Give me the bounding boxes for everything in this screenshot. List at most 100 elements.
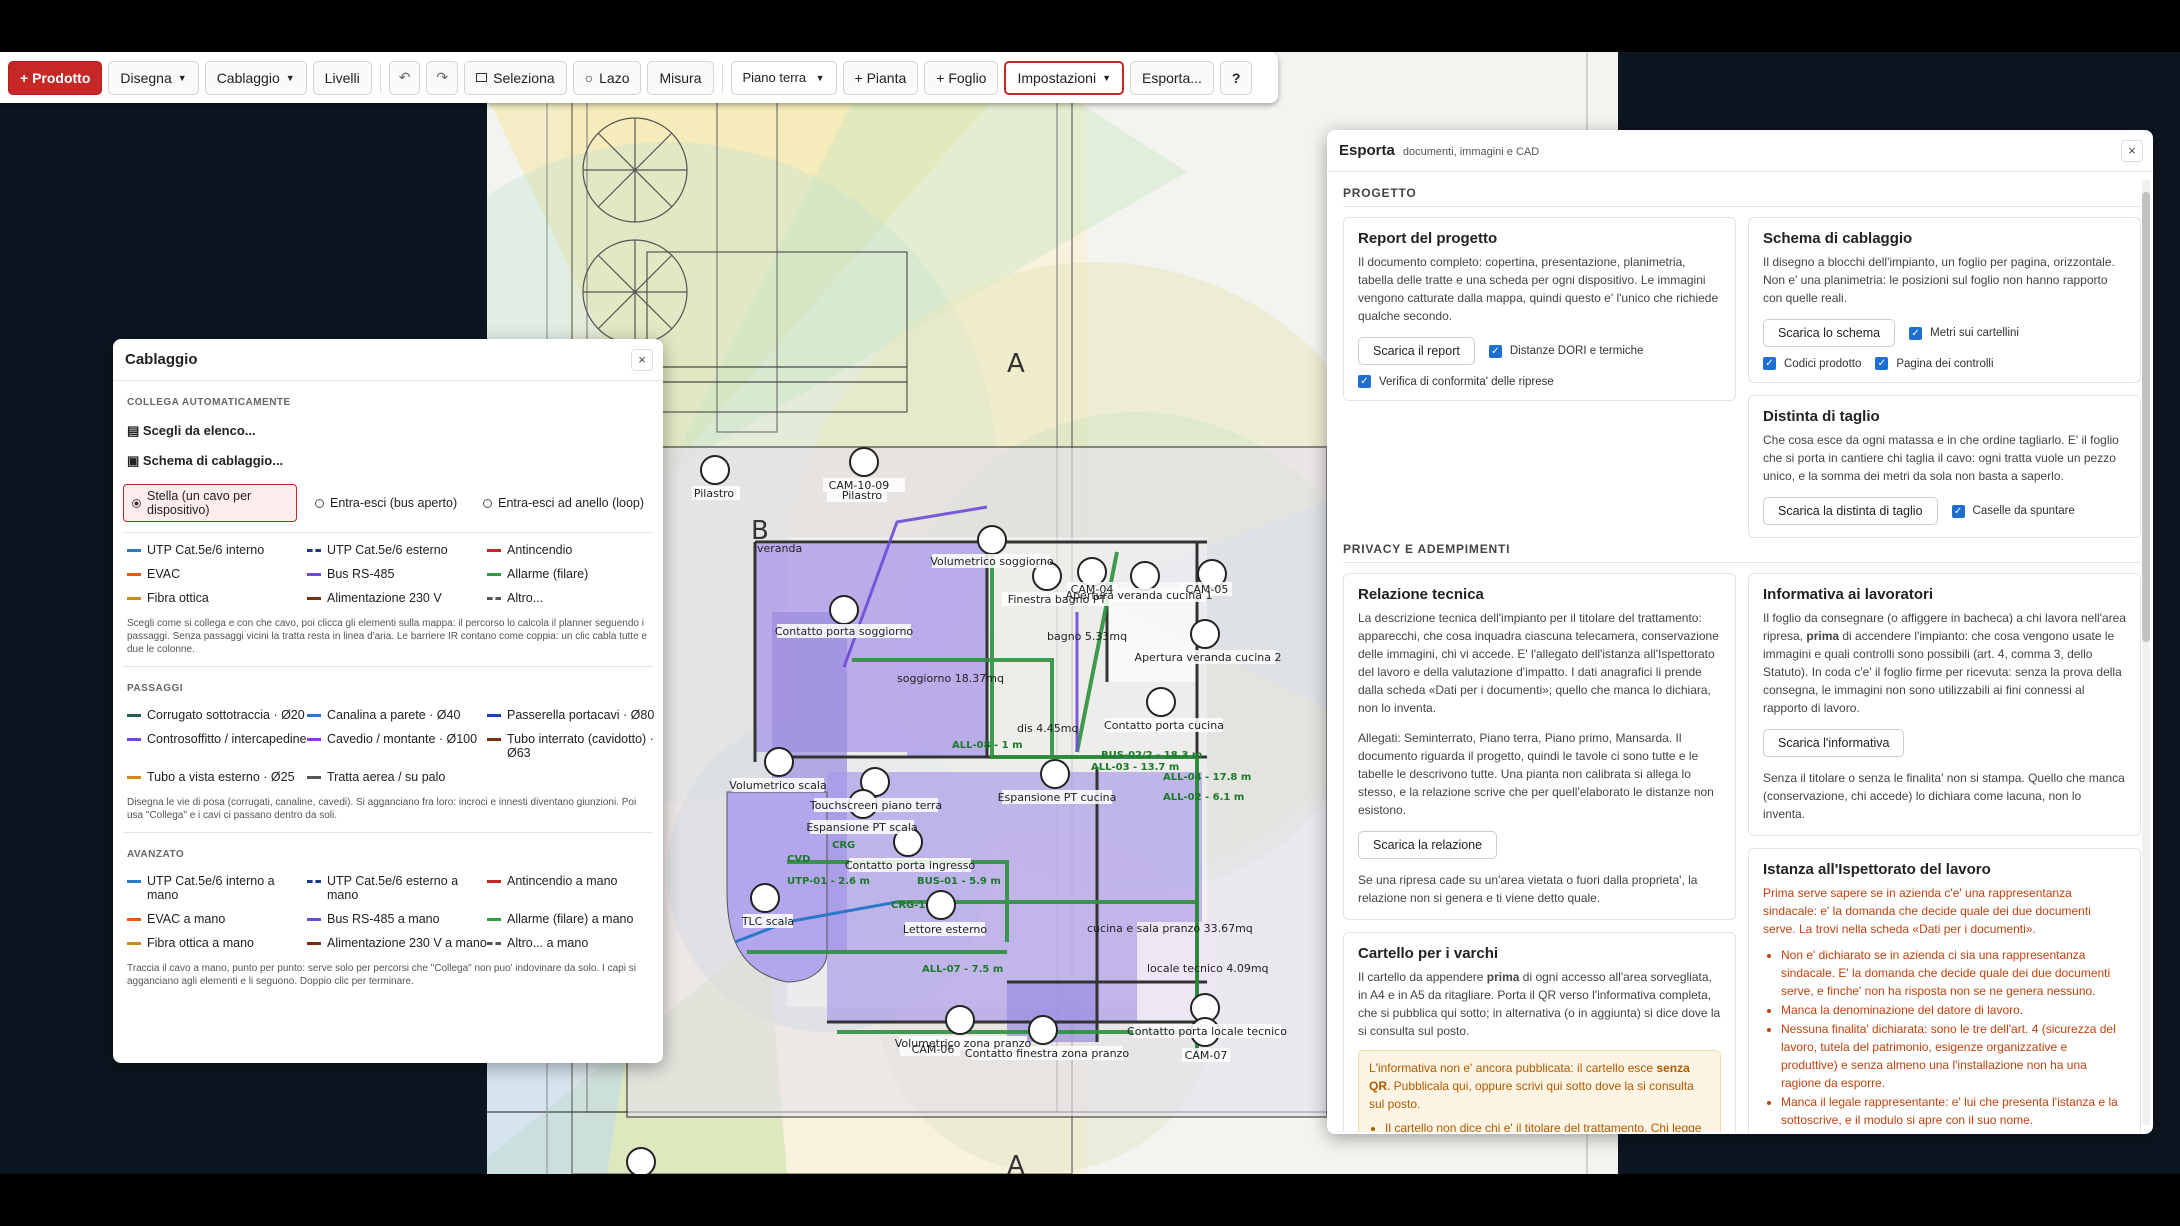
cable-type-item[interactable]: Allarme (filare) a mano <box>487 912 657 926</box>
choose-from-list-button[interactable]: ▤ Scegli da elenco... <box>123 416 653 446</box>
cable-swatch-icon <box>127 918 141 921</box>
cable-type-item[interactable]: Cavedio / montante · Ø100 <box>307 732 487 760</box>
cable-type-item[interactable]: Antincendio <box>487 543 657 557</box>
toolbar-divider <box>379 62 381 93</box>
cable-type-item[interactable]: Allarme (filare) <box>487 567 657 581</box>
download-informativa-button[interactable]: Scarica l'informativa <box>1763 729 1905 757</box>
dori-checkbox[interactable]: ✓ Distanze DORI e termiche <box>1488 344 1643 358</box>
contatto-cucina-marker[interactable] <box>1146 687 1176 717</box>
cable-type-item[interactable]: Passerella portacavi · Ø80 <box>487 708 657 722</box>
cable-type-label: EVAC a mano <box>147 912 226 926</box>
volumetrico-scala-label: Volumetrico scala <box>729 779 826 792</box>
cable-type-item[interactable]: Alimentazione 230 V a mano <box>307 936 487 950</box>
room-a-label: A <box>1007 349 1025 379</box>
espansione-cucina-marker[interactable] <box>1040 759 1070 789</box>
volumetrico-soggiorno-marker[interactable] <box>977 525 1007 555</box>
radio-bus[interactable]: Entra-esci (bus aperto) <box>307 492 465 514</box>
apertura-veranda2-marker[interactable] <box>1190 619 1220 649</box>
cam09-marker[interactable] <box>849 447 879 477</box>
close-button[interactable]: × <box>2121 139 2143 162</box>
radio-star[interactable]: Stella (un cavo per dispositivo) <box>123 484 297 522</box>
schema-title: Schema di cablaggio <box>1763 230 1913 247</box>
cable-type-item[interactable]: EVAC <box>127 567 307 581</box>
tlc-marker[interactable] <box>750 883 780 913</box>
cable-type-item[interactable]: UTP Cat.5e/6 esterno a mano <box>307 874 487 902</box>
download-schema-button[interactable]: Scarica lo schema <box>1763 319 1896 347</box>
cable-type-item[interactable]: Altro... <box>487 591 657 605</box>
cable-type-item[interactable]: Tubo a vista esterno · Ø25 <box>127 770 307 784</box>
pilastro-marker-1[interactable] <box>700 455 730 485</box>
informativa-text: Il foglio da consegnare (o affiggere in … <box>1763 611 2126 715</box>
cable-type-item[interactable]: Bus RS-485 <box>307 567 487 581</box>
draw-menu-button[interactable]: Disegna ▼ <box>108 60 199 95</box>
project-section-title: PROGETTO <box>1343 186 2141 207</box>
export-button[interactable]: Esporta... <box>1129 60 1214 95</box>
espansione-scala-label: Espansione PT scala <box>806 821 917 834</box>
cable-label-crg: CRG <box>832 840 855 851</box>
cable-type-item[interactable]: Antincendio a mano <box>487 874 657 902</box>
settings-menu-button[interactable]: Impostazioni ▼ <box>1004 60 1124 95</box>
help-button[interactable]: ? <box>1219 60 1253 95</box>
cable-type-item[interactable]: UTP Cat.5e/6 esterno <box>307 543 487 557</box>
schema-text: Il disegno a blocchi dell'impianto, un f… <box>1763 255 2115 305</box>
cable-type-item[interactable]: Tubo interrato (cavidotto) · Ø63 <box>487 732 657 760</box>
measure-tool-button[interactable]: Misura <box>647 60 714 95</box>
cable-type-item[interactable]: Canalina a parete · Ø40 <box>307 708 487 722</box>
cable-type-item[interactable]: Controsoffitto / intercapedine <box>127 732 307 760</box>
conformity-checkbox[interactable]: ✓ Verifica di conformita' delle riprese <box>1358 375 1554 388</box>
cable-type-label: Bus RS-485 <box>327 567 395 581</box>
divider <box>123 666 653 667</box>
download-report-button[interactable]: Scarica il report <box>1358 337 1475 365</box>
undo-button[interactable]: ↶ <box>388 60 421 95</box>
cable-type-item[interactable]: UTP Cat.5e/6 interno <box>127 543 307 557</box>
cable-type-label: UTP Cat.5e/6 esterno <box>327 543 448 557</box>
controls-page-checkbox[interactable]: ✓ Pagina dei controlli <box>1875 357 1994 370</box>
device-marker-bottom[interactable] <box>626 1147 656 1174</box>
cable-swatch-icon <box>127 714 141 717</box>
cable-type-item[interactable]: Alimentazione 230 V <box>307 591 487 605</box>
contatto-finestra-pranzo-marker[interactable] <box>1028 1015 1058 1045</box>
cable-type-item[interactable]: UTP Cat.5e/6 interno a mano <box>127 874 307 902</box>
istanza-issue-item: Nessuna finalita' dichiarata: sono le tr… <box>1781 1020 2126 1092</box>
close-button[interactable]: × <box>631 348 653 371</box>
add-sheet-button[interactable]: + Foglio <box>924 60 999 95</box>
cable-type-item[interactable]: Fibra ottica a mano <box>127 936 307 950</box>
report-title: Report del progetto <box>1358 230 1498 247</box>
wiring-scheme-button[interactable]: ▣ Schema di cablaggio... <box>123 446 653 476</box>
meters-checkbox[interactable]: ✓ Metri sui cartellini <box>1909 326 2019 340</box>
checkboxes-checkbox[interactable]: ✓ Caselle da spuntare <box>1951 504 2075 518</box>
cable-type-item[interactable]: Corrugato sottotraccia · Ø20 <box>127 708 307 722</box>
toolbar-divider <box>721 62 723 93</box>
cable-type-item[interactable]: Fibra ottica <box>127 591 307 605</box>
chevron-down-icon: ▼ <box>177 72 187 83</box>
contatto-soggiorno-marker[interactable] <box>829 595 859 625</box>
add-product-button[interactable]: + Prodotto <box>8 60 103 95</box>
lettore-marker[interactable] <box>926 890 956 920</box>
cable-type-item[interactable]: Altro... a mano <box>487 936 657 950</box>
floor-select[interactable]: Piano terra ▼ <box>730 60 837 95</box>
cable-swatch-icon <box>487 942 501 945</box>
divider <box>123 832 653 833</box>
radio-loop[interactable]: Entra-esci ad anello (loop) <box>475 492 652 514</box>
apertura-veranda1-marker[interactable] <box>1130 561 1160 591</box>
istanza-title: Istanza all'Ispettorato del lavoro <box>1763 861 1991 878</box>
lasso-tool-button[interactable]: ○ Lazo <box>572 60 642 95</box>
levels-button[interactable]: Livelli <box>312 60 372 95</box>
cable-type-item[interactable]: Tratta aerea / su palo <box>307 770 487 784</box>
download-relazione-button[interactable]: Scarica la relazione <box>1358 831 1498 859</box>
wiring-menu-button[interactable]: Cablaggio ▼ <box>204 60 307 95</box>
add-plan-button[interactable]: + Pianta <box>842 60 919 95</box>
download-distinta-button[interactable]: Scarica la distinta di taglio <box>1763 497 1938 525</box>
redo-button[interactable]: ↷ <box>426 60 459 95</box>
cable-type-item[interactable]: Bus RS-485 a mano <box>307 912 487 926</box>
volumetrico-pranzo-marker[interactable] <box>945 1005 975 1035</box>
radio-dot-icon <box>483 498 493 508</box>
check-icon: ✓ <box>1763 357 1776 370</box>
volumetrico-scala-marker[interactable] <box>764 747 794 777</box>
cam04-marker[interactable] <box>1077 557 1107 587</box>
product-codes-checkbox[interactable]: ✓ Codici prodotto <box>1763 357 1861 370</box>
cable-type-item[interactable]: EVAC a mano <box>127 912 307 926</box>
cable-swatch-icon <box>307 942 321 945</box>
select-tool-button[interactable]: Seleziona <box>464 60 567 95</box>
distinta-title: Distinta di taglio <box>1763 408 1880 425</box>
